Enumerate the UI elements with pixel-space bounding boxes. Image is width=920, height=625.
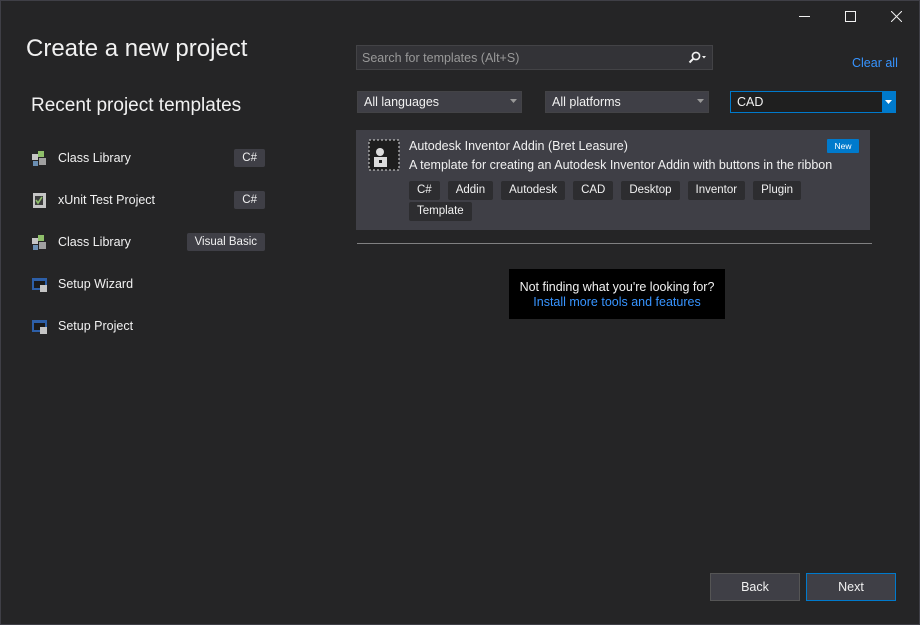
- recent-item-xunit-test-project[interactable]: xUnit Test Project C#: [31, 179, 267, 221]
- not-finding-panel: Not finding what you're looking for? Ins…: [509, 269, 725, 319]
- template-tag: Addin: [447, 181, 494, 200]
- language-tag: C#: [234, 149, 265, 167]
- template-search-box: [356, 45, 713, 70]
- next-button[interactable]: Next: [806, 573, 896, 601]
- search-options-button[interactable]: [682, 46, 712, 69]
- chevron-down-icon: [697, 99, 704, 103]
- recent-item-label: Setup Wizard: [58, 277, 134, 291]
- back-button[interactable]: Back: [710, 573, 800, 601]
- language-filter-value: All languages: [364, 95, 440, 109]
- recent-item-class-library-vb[interactable]: Class Library Visual Basic: [31, 221, 267, 263]
- recent-templates-list: Class Library C# xUnit Test Project C# C…: [31, 137, 267, 347]
- template-tag: Inventor: [687, 181, 746, 200]
- recent-item-class-library-csharp[interactable]: Class Library C#: [31, 137, 267, 179]
- project-type-filter-value: CAD: [737, 95, 764, 109]
- recent-item-label: Class Library: [58, 235, 131, 249]
- not-finding-text: Not finding what you're looking for?: [519, 280, 715, 294]
- minimize-icon: [798, 15, 810, 17]
- new-badge: New: [827, 139, 859, 153]
- dropdown-toggle[interactable]: [882, 92, 895, 112]
- minimize-button[interactable]: [781, 1, 827, 31]
- maximize-button[interactable]: [827, 1, 873, 31]
- template-tags: C# Addin Autodesk CAD Desktop Inventor P…: [409, 181, 849, 223]
- close-button[interactable]: [873, 1, 919, 31]
- template-tag: Template: [409, 202, 472, 221]
- recent-item-label: Setup Project: [58, 319, 134, 333]
- template-tag: Autodesk: [501, 181, 566, 200]
- recent-item-setup-wizard[interactable]: Setup Wizard: [31, 263, 267, 305]
- recent-item-label: xUnit Test Project: [58, 193, 156, 207]
- template-tag: Plugin: [753, 181, 802, 200]
- close-icon: [890, 10, 902, 22]
- language-tag: C#: [234, 191, 265, 209]
- project-type-filter-dropdown[interactable]: CAD: [730, 91, 896, 113]
- recent-templates-heading: Recent project templates: [31, 95, 242, 116]
- results-divider: [357, 243, 872, 244]
- template-tag: CAD: [573, 181, 614, 200]
- search-input[interactable]: [357, 46, 682, 69]
- template-name: Autodesk Inventor Addin (Bret Leasure): [409, 139, 628, 153]
- template-tag: Desktop: [621, 181, 680, 200]
- setup-wizard-icon: [32, 277, 47, 292]
- platform-filter-value: All platforms: [552, 95, 621, 109]
- template-tag: C#: [409, 181, 440, 200]
- new-project-dialog: Create a new project Recent project temp…: [0, 0, 920, 625]
- autodesk-inventor-addin-icon: [368, 139, 400, 171]
- platform-filter-dropdown[interactable]: All platforms: [545, 91, 709, 113]
- template-description: A template for creating an Autodesk Inve…: [409, 158, 833, 172]
- search-icon: [688, 51, 706, 63]
- recent-item-setup-project[interactable]: Setup Project: [31, 305, 267, 347]
- install-more-tools-link[interactable]: Install more tools and features: [509, 295, 725, 309]
- clear-all-link[interactable]: Clear all: [852, 56, 898, 70]
- language-tag: Visual Basic: [186, 233, 265, 251]
- template-card-inventor-addin[interactable]: Autodesk Inventor Addin (Bret Leasure) A…: [356, 130, 870, 230]
- class-library-icon: [32, 234, 46, 250]
- window-controls: [781, 1, 919, 31]
- chevron-down-icon: [885, 99, 892, 104]
- page-title: Create a new project: [26, 35, 248, 62]
- setup-project-icon: [32, 319, 47, 334]
- class-library-icon: [32, 150, 46, 166]
- xunit-test-icon: [33, 192, 46, 208]
- chevron-down-icon: [510, 99, 517, 103]
- maximize-icon: [844, 10, 856, 22]
- recent-item-label: Class Library: [58, 151, 131, 165]
- language-filter-dropdown[interactable]: All languages: [357, 91, 522, 113]
